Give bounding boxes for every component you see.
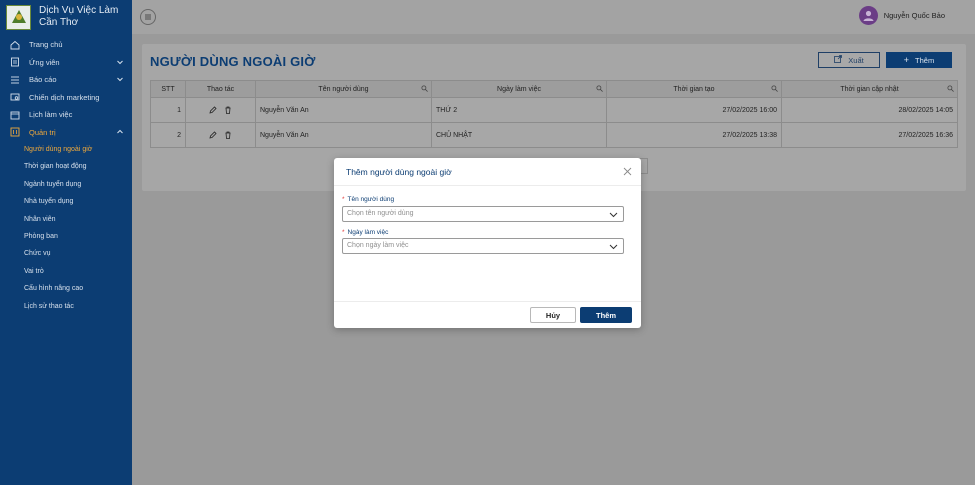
modal-footer-divider [334, 301, 641, 302]
cell-user: Nguyễn Văn An [255, 97, 432, 123]
modal-header: Thêm người dùng ngoài giờ [334, 158, 641, 186]
nav-item-label: Quản trị [29, 127, 56, 137]
day-select-placeholder: Chọn ngày làm việc [347, 242, 409, 249]
export-icon [834, 55, 843, 65]
campaign-icon [10, 92, 20, 102]
nav-item-reports[interactable]: Báo cáo [0, 71, 132, 89]
plus-icon: + [903, 55, 910, 65]
export-label: Xuất [848, 55, 864, 65]
chevron-up-icon [117, 129, 123, 133]
subnav-item-after-hours-users[interactable]: Người dùng ngoài giờ [0, 141, 132, 158]
nav-item-schedule[interactable]: Lịch làm việc [0, 106, 132, 124]
col-header-day: Ngày làm việc [431, 80, 607, 98]
submit-button[interactable]: Thêm [580, 307, 632, 323]
cancel-button[interactable]: Hủy [530, 307, 576, 323]
admin-icon [10, 127, 20, 137]
subnav-item-advanced-config[interactable]: Cấu hình nâng cao [0, 280, 132, 297]
day-select[interactable]: Chọn ngày làm việc [342, 238, 624, 254]
add-label: Thêm [915, 55, 935, 65]
cell-user: Nguyễn Văn An [255, 122, 432, 148]
brand[interactable]: Dịch Vụ Việc Làm Cần Thơ [0, 0, 132, 34]
required-marker: * [342, 196, 345, 203]
subnav-item-activity-log[interactable]: Lịch sử thao tác [0, 298, 132, 315]
subnav-item-roles[interactable]: Vai trò [0, 263, 132, 280]
required-marker: * [342, 229, 345, 236]
cell-created: 27/02/2025 13:38 [606, 122, 782, 148]
home-icon [10, 40, 20, 50]
list-icon [10, 75, 20, 85]
cell-day: THỨ 2 [431, 97, 607, 123]
chevron-down-icon [117, 60, 123, 64]
export-button[interactable]: Xuất [818, 52, 880, 68]
nav-item-label: Báo cáo [29, 75, 57, 85]
cell-updated: 28/02/2025 14:05 [781, 97, 958, 123]
search-icon[interactable] [421, 85, 428, 92]
avatar[interactable] [858, 6, 878, 25]
search-icon[interactable] [596, 85, 603, 92]
cell-updated: 27/02/2025 16:36 [781, 122, 958, 148]
user-icon [863, 10, 874, 21]
brand-line-2: Cần Thơ [39, 17, 79, 28]
brand-line-1: Dịch Vụ Việc Làm [39, 5, 119, 16]
table-row: 1 Nguyễn Văn An THỨ 2 27/02/2025 16:00 2… [150, 97, 958, 123]
nav-menu: Trang chủ Ứng viên Báo cáo Chiến dịch ma… [0, 36, 132, 315]
page-title: NGƯỜI DÙNG NGOÀI GIỜ [150, 54, 316, 69]
user-name: Nguyễn Quốc Bảo [883, 11, 945, 20]
menu-toggle-button[interactable] [140, 9, 156, 25]
cell-actions [185, 122, 256, 148]
modal-title: Thêm người dùng ngoài giờ [346, 167, 452, 177]
search-icon[interactable] [771, 85, 778, 92]
user-field-label: * Tên người dùng [342, 196, 395, 203]
candidate-icon [10, 57, 20, 67]
user-menu[interactable]: Nguyễn Quốc Bảo [858, 6, 945, 25]
cell-created: 27/02/2025 16:00 [606, 97, 782, 123]
edit-icon[interactable] [208, 106, 217, 114]
nav-item-label: Ứng viên [29, 57, 60, 67]
nav-item-label: Chiến dịch marketing [29, 92, 100, 102]
cell-day: CHỦ NHẬT [431, 122, 607, 148]
chevron-down-icon [117, 77, 123, 82]
day-field-label: * Ngày làm việc [342, 229, 389, 236]
topbar: Nguyễn Quốc Bảo [132, 0, 975, 34]
search-icon[interactable] [947, 85, 954, 92]
edit-icon[interactable] [208, 131, 217, 139]
add-button[interactable]: + Thêm [886, 52, 952, 68]
user-select[interactable]: Chọn tên người dùng [342, 206, 624, 222]
subnav-item-departments[interactable]: Phòng ban [0, 228, 132, 245]
nav-item-admin[interactable]: Quản trị [0, 124, 132, 142]
subnav-item-positions[interactable]: Chức vụ [0, 245, 132, 262]
logo-icon [6, 4, 31, 30]
trash-icon[interactable] [224, 131, 232, 139]
nav-item-marketing[interactable]: Chiến dịch marketing [0, 89, 132, 107]
nav-item-home[interactable]: Trang chủ [0, 36, 132, 54]
close-icon[interactable] [623, 167, 632, 176]
chevron-down-icon [609, 212, 618, 218]
data-table: STT Thao tác Tên người dùng Ngày làm việ… [150, 80, 958, 148]
col-header-stt: STT [150, 80, 186, 98]
col-header-user: Tên người dùng [255, 80, 432, 98]
cell-stt: 2 [150, 122, 186, 148]
sidebar: Dịch Vụ Việc Làm Cần Thơ Trang chủ Ứng v… [0, 0, 132, 485]
col-header-created: Thời gian tạo [606, 80, 782, 98]
subnav-item-staff[interactable]: Nhân viên [0, 211, 132, 228]
col-header-updated: Thời gian cập nhật [781, 80, 958, 98]
subnav-item-employers[interactable]: Nhà tuyển dụng [0, 193, 132, 210]
nav-item-label: Lịch làm việc [29, 110, 73, 120]
cell-actions [185, 97, 256, 123]
table-row: 2 Nguyễn Văn An CHỦ NHẬT 27/02/2025 13:3… [150, 122, 958, 148]
add-modal: Thêm người dùng ngoài giờ * Tên người dùn… [334, 158, 641, 328]
calendar-icon [10, 110, 20, 120]
user-select-placeholder: Chọn tên người dùng [347, 210, 414, 217]
hamburger-icon [145, 14, 151, 20]
nav-item-label: Trang chủ [29, 40, 63, 50]
chevron-down-icon [609, 244, 618, 250]
cell-stt: 1 [150, 97, 186, 123]
nav-item-candidates[interactable]: Ứng viên [0, 54, 132, 72]
trash-icon[interactable] [224, 106, 232, 114]
subnav-item-industries[interactable]: Ngành tuyển dụng [0, 176, 132, 193]
col-header-actions: Thao tác [185, 80, 256, 98]
subnav-item-active-time[interactable]: Thời gian hoạt động [0, 158, 132, 175]
table-header-row: STT Thao tác Tên người dùng Ngày làm việ… [150, 80, 958, 98]
